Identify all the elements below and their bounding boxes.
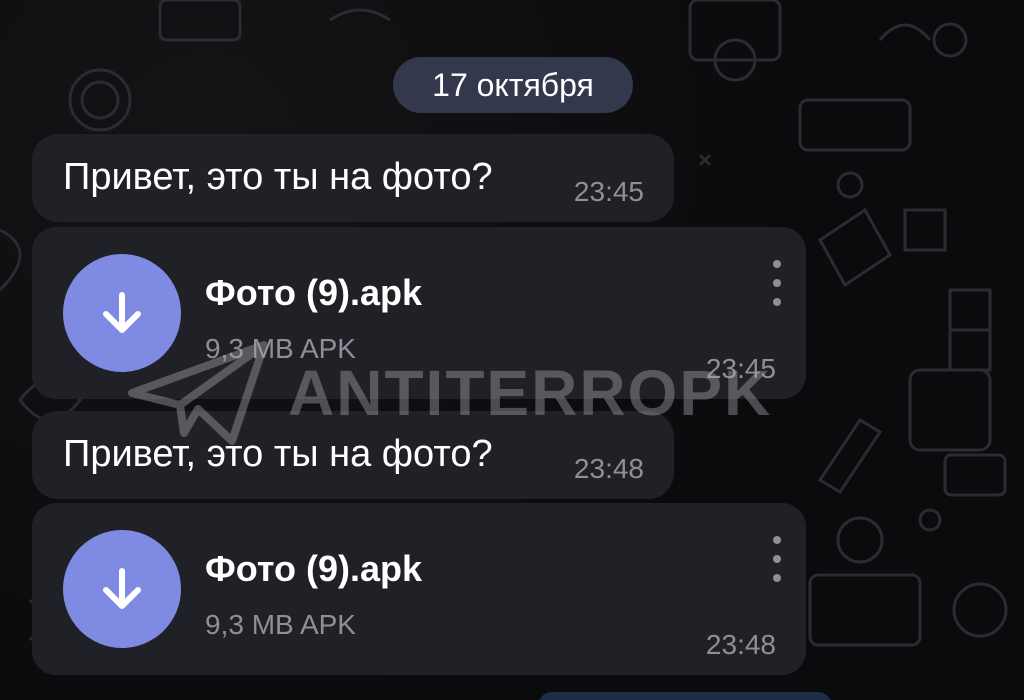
file-meta: 9,3 MB APK <box>205 333 356 364</box>
message-time: 23:45 <box>705 353 776 384</box>
download-button[interactable] <box>63 530 181 648</box>
download-arrow-icon <box>103 292 141 333</box>
file-name: Фото (9).apk <box>205 548 423 589</box>
message-bubble-file[interactable]: Фото (9).apk 9,3 MB APK 23:48 <box>32 503 806 675</box>
message-time: 23:48 <box>705 629 776 660</box>
message-text: Привет, это ты на фото? <box>63 433 493 475</box>
download-button[interactable] <box>63 254 181 372</box>
download-arrow-icon <box>103 568 141 609</box>
message-time: 23:48 <box>573 453 644 484</box>
file-meta: 9,3 MB APK <box>205 609 356 640</box>
file-name: Фото (9).apk <box>205 272 423 313</box>
next-message-peek <box>538 692 832 700</box>
message-menu-icon[interactable] <box>770 260 784 306</box>
chat-background: 17 октября Привет, это ты на фото? 23:45… <box>0 0 1024 700</box>
message-bubble-text[interactable]: Привет, это ты на фото? 23:48 <box>32 411 674 499</box>
message-text: Привет, это ты на фото? <box>63 156 493 198</box>
date-separator: 17 октября <box>393 57 633 113</box>
message-bubble-text[interactable]: Привет, это ты на фото? 23:45 <box>32 134 674 222</box>
message-time: 23:45 <box>573 176 644 207</box>
message-menu-icon[interactable] <box>770 536 784 582</box>
message-bubble-file[interactable]: Фото (9).apk 9,3 MB APK 23:45 <box>32 227 806 399</box>
